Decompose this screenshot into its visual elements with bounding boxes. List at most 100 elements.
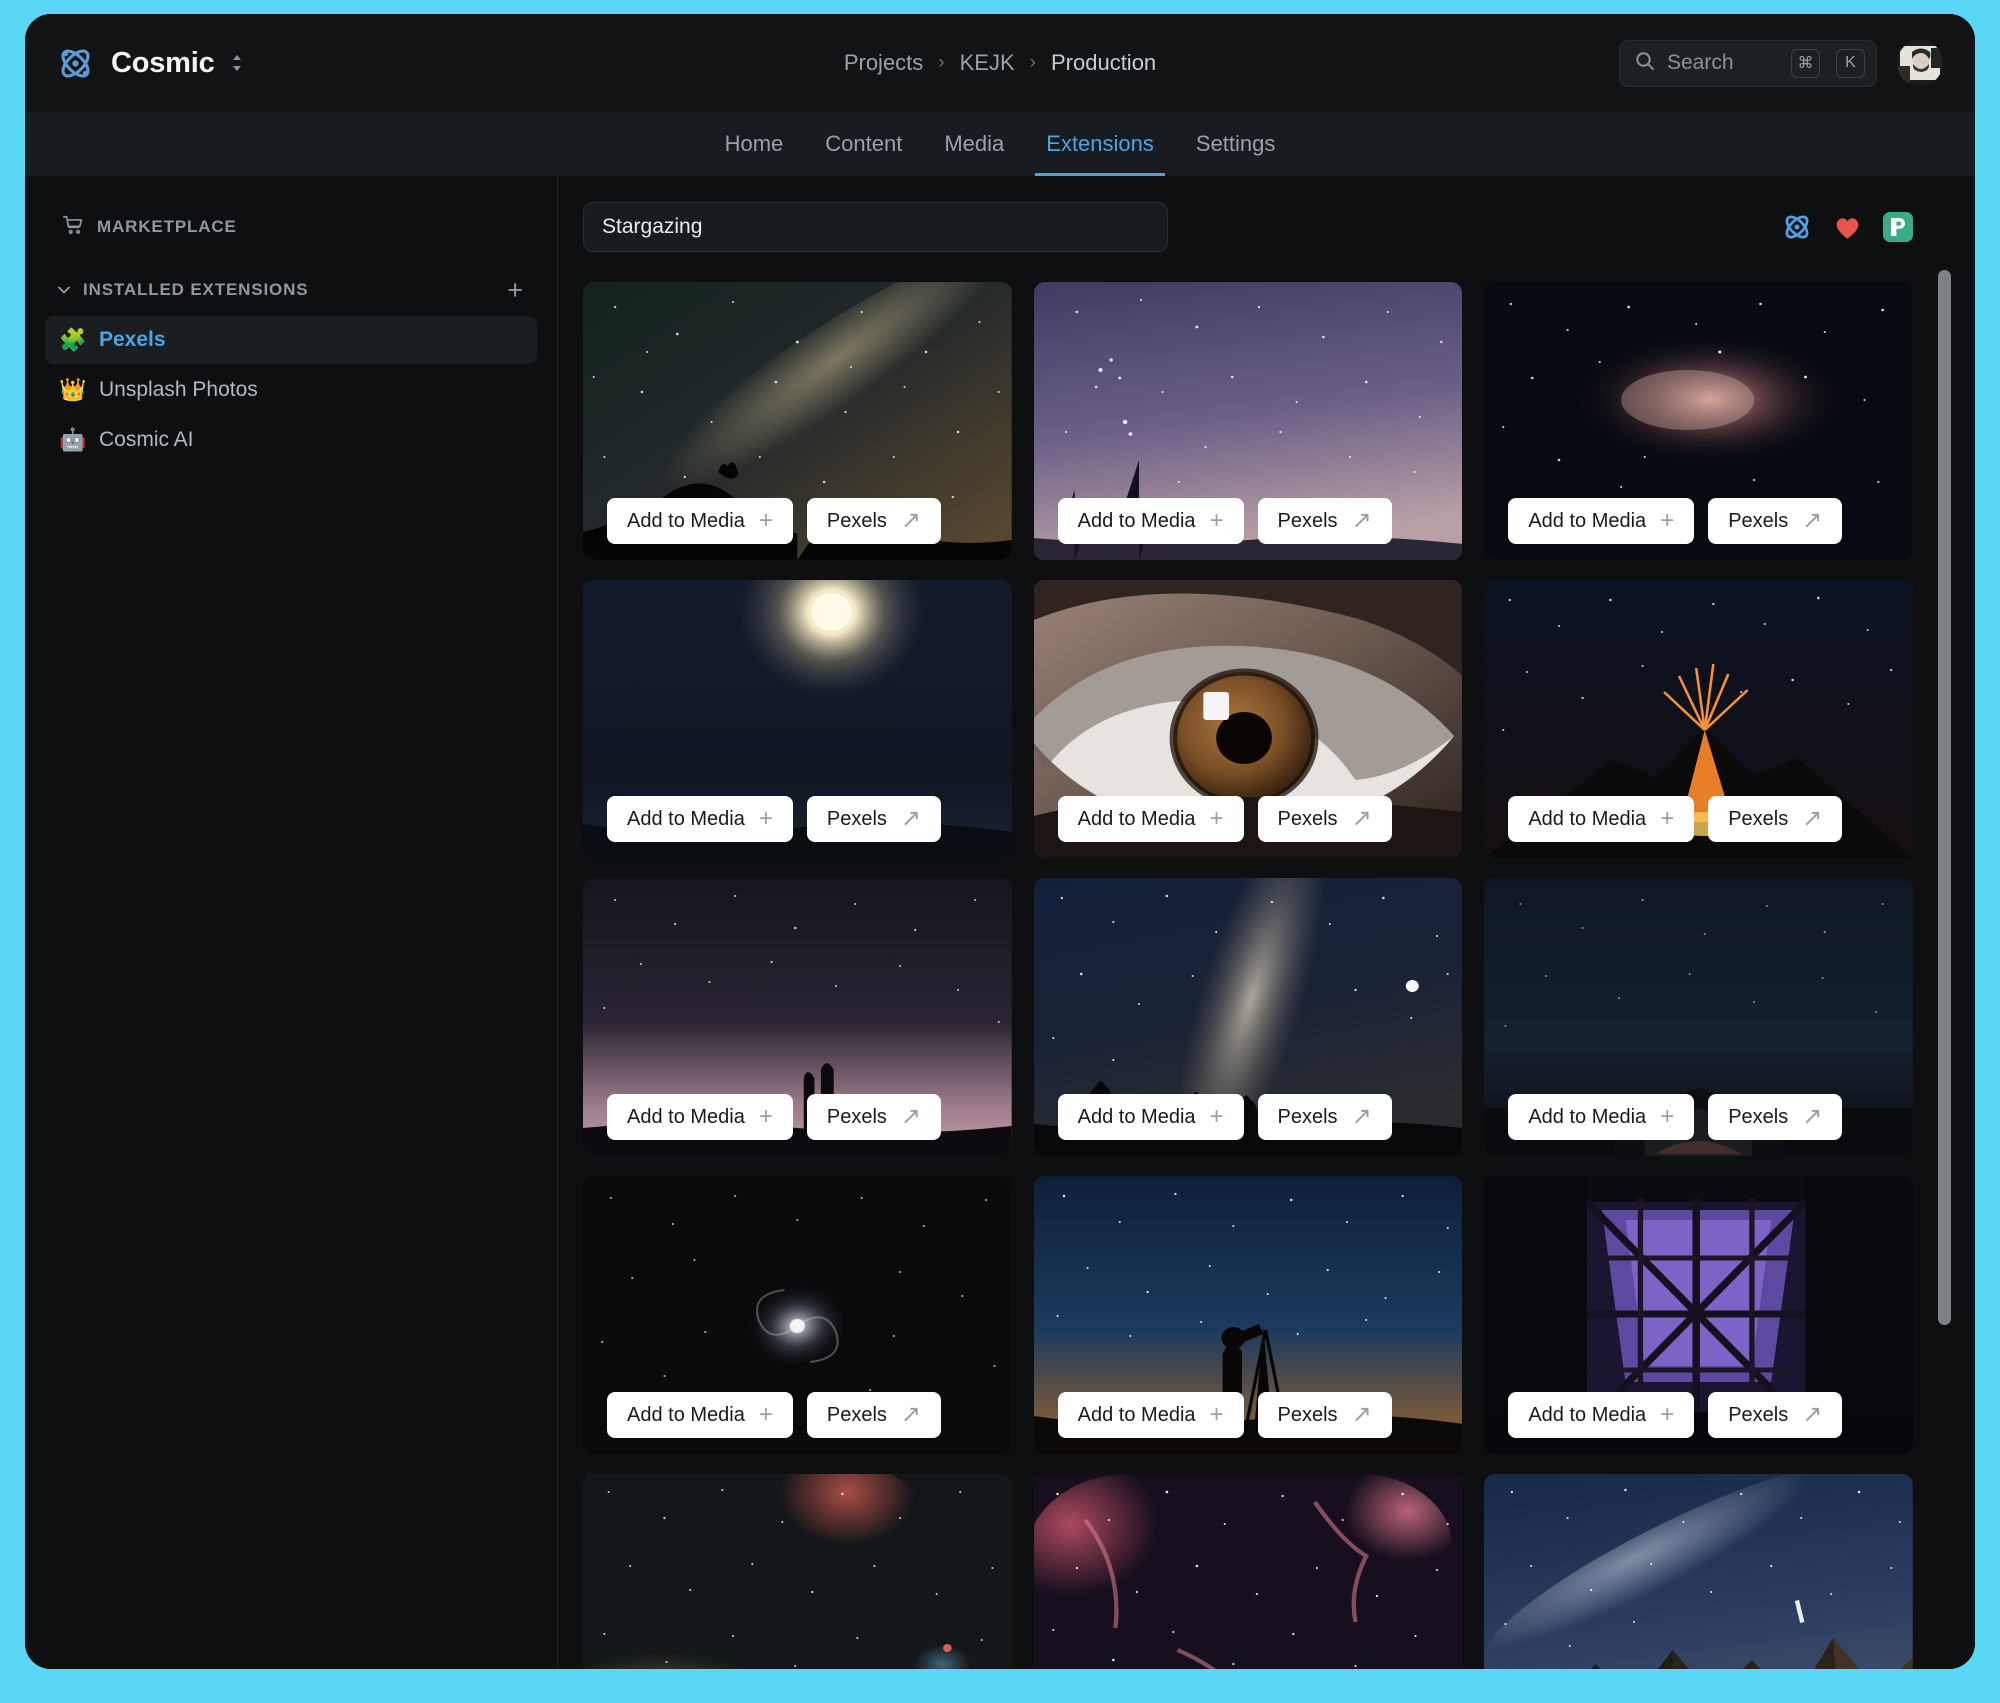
result-card[interactable]: Add to Media + Pexels ↗ <box>583 1176 1012 1454</box>
shopping-cart-icon <box>62 214 84 241</box>
external-link-arrow-icon: ↗ <box>901 1403 921 1427</box>
tab-label: Extensions <box>1046 131 1154 157</box>
sidebar-item-unsplash-photos[interactable]: 👑 Unsplash Photos <box>45 366 537 414</box>
add-to-media-button[interactable]: Add to Media + <box>1058 796 1244 842</box>
project-switcher-button[interactable] <box>230 52 244 74</box>
open-in-pexels-button[interactable]: Pexels ↗ <box>1708 1392 1842 1438</box>
plus-icon: + <box>1660 807 1674 831</box>
open-in-pexels-button[interactable]: Pexels ↗ <box>807 1392 941 1438</box>
plus-icon[interactable]: + <box>507 277 523 304</box>
add-to-media-label: Add to Media <box>1078 1404 1196 1427</box>
open-in-pexels-button[interactable]: Pexels ↗ <box>1708 796 1842 842</box>
photo-thumbnail <box>1034 1474 1463 1669</box>
sidebar-item-cosmic-ai[interactable]: 🤖 Cosmic AI <box>45 416 537 464</box>
tab-label: Media <box>944 131 1004 157</box>
add-to-media-button[interactable]: Add to Media + <box>1508 1094 1694 1140</box>
result-card[interactable]: Add to Media + Pexels ↗ <box>1034 1176 1463 1454</box>
add-to-media-button[interactable]: Add to Media + <box>1058 498 1244 544</box>
results-scroll-area[interactable]: Add to Media + Pexels ↗ <box>558 252 1975 1669</box>
card-actions: Add to Media + Pexels ↗ <box>1508 1094 1842 1140</box>
pexels-label: Pexels <box>827 510 887 533</box>
open-in-pexels-button[interactable]: Pexels ↗ <box>1258 1094 1392 1140</box>
sidebar: MARKETPLACE INSTALLED EXTENSIONS + 🧩 Pex… <box>25 176 558 1669</box>
tab-media[interactable]: Media <box>923 112 1025 176</box>
open-in-pexels-button[interactable]: Pexels ↗ <box>1708 498 1842 544</box>
brand[interactable]: Cosmic <box>57 45 215 82</box>
search-icon <box>1634 50 1656 77</box>
external-link-arrow-icon: ↗ <box>1802 509 1822 533</box>
pexels-label: Pexels <box>827 808 887 831</box>
avatar[interactable] <box>1897 40 1943 86</box>
open-in-pexels-button[interactable]: Pexels ↗ <box>807 498 941 544</box>
plus-icon: + <box>1660 509 1674 533</box>
search-placeholder: Search <box>1667 51 1780 75</box>
breadcrumb-projects[interactable]: Projects <box>844 50 923 76</box>
plus-icon: + <box>759 1105 773 1129</box>
tab-settings[interactable]: Settings <box>1175 112 1297 176</box>
chevron-up-down-icon <box>230 52 244 74</box>
result-card[interactable]: Add to Media + Pexels ↗ <box>1484 580 1913 858</box>
tab-label: Content <box>825 131 902 157</box>
external-link-arrow-icon: ↗ <box>1352 807 1372 831</box>
pexels-label: Pexels <box>1278 1404 1338 1427</box>
open-in-pexels-button[interactable]: Pexels ↗ <box>807 796 941 842</box>
result-card[interactable]: Add to Media + Pexels ↗ <box>583 1474 1012 1669</box>
global-search-button[interactable]: Search ⌘ K <box>1619 40 1877 87</box>
add-to-media-button[interactable]: Add to Media + <box>607 498 793 544</box>
result-card[interactable]: Add to Media + Pexels ↗ <box>1484 1474 1913 1669</box>
tab-home[interactable]: Home <box>704 112 805 176</box>
pexels-label: Pexels <box>827 1106 887 1129</box>
result-card[interactable]: Add to Media + Pexels ↗ <box>1034 1474 1463 1669</box>
external-link-arrow-icon: ↗ <box>901 807 921 831</box>
plus-icon: + <box>1210 807 1224 831</box>
result-card[interactable]: Add to Media + Pexels ↗ <box>1034 878 1463 1156</box>
result-card[interactable]: Add to Media + Pexels ↗ <box>1034 580 1463 858</box>
add-to-media-button[interactable]: Add to Media + <box>607 1094 793 1140</box>
add-to-media-button[interactable]: Add to Media + <box>1058 1392 1244 1438</box>
sidebar-section-installed-extensions[interactable]: INSTALLED EXTENSIONS + <box>45 268 537 312</box>
external-link-arrow-icon: ↗ <box>1352 1105 1372 1129</box>
result-card[interactable]: Add to Media + Pexels ↗ <box>1484 1176 1913 1454</box>
extension-panel: Add to Media + Pexels ↗ <box>558 176 1975 1669</box>
result-card[interactable]: Add to Media + Pexels ↗ <box>583 580 1012 858</box>
pexels-label: Pexels <box>1278 510 1338 533</box>
open-in-pexels-button[interactable]: Pexels ↗ <box>1708 1094 1842 1140</box>
card-actions: Add to Media + Pexels ↗ <box>607 498 941 544</box>
add-to-media-button[interactable]: Add to Media + <box>1058 1094 1244 1140</box>
plus-icon: + <box>1660 1403 1674 1427</box>
plus-icon: + <box>1660 1105 1674 1129</box>
open-in-pexels-button[interactable]: Pexels ↗ <box>1258 1392 1392 1438</box>
add-to-media-button[interactable]: Add to Media + <box>607 1392 793 1438</box>
result-card[interactable]: Add to Media + Pexels ↗ <box>1034 282 1463 560</box>
cosmic-atom-icon <box>57 45 94 82</box>
sidebar-item-marketplace[interactable]: MARKETPLACE <box>45 204 537 250</box>
pexels-label: Pexels <box>1728 808 1788 831</box>
main-nav: Home Content Media Extensions Settings <box>25 112 1975 176</box>
tab-content[interactable]: Content <box>804 112 923 176</box>
scrollbar-thumb[interactable] <box>1938 270 1951 1325</box>
result-card[interactable]: Add to Media + Pexels ↗ <box>583 282 1012 560</box>
add-to-media-label: Add to Media <box>1528 1404 1646 1427</box>
app-window: Cosmic Projects › KEJK › Production Se <box>25 14 1975 1669</box>
pexels-logo-icon[interactable] <box>1883 212 1913 242</box>
result-card[interactable]: Add to Media + Pexels ↗ <box>1484 878 1913 1156</box>
cosmic-atom-icon[interactable] <box>1782 212 1812 242</box>
add-to-media-button[interactable]: Add to Media + <box>1508 796 1694 842</box>
breadcrumb-production[interactable]: Production <box>1051 50 1156 76</box>
sidebar-marketplace-label: MARKETPLACE <box>97 217 237 237</box>
search-input[interactable] <box>583 202 1168 252</box>
external-link-arrow-icon: ↗ <box>1802 1403 1822 1427</box>
breadcrumb-kejk[interactable]: KEJK <box>960 50 1015 76</box>
result-card[interactable]: Add to Media + Pexels ↗ <box>583 878 1012 1156</box>
add-to-media-button[interactable]: Add to Media + <box>1508 1392 1694 1438</box>
add-to-media-button[interactable]: Add to Media + <box>1508 498 1694 544</box>
sidebar-item-pexels[interactable]: 🧩 Pexels <box>45 316 537 364</box>
open-in-pexels-button[interactable]: Pexels ↗ <box>1258 498 1392 544</box>
open-in-pexels-button[interactable]: Pexels ↗ <box>1258 796 1392 842</box>
heart-icon[interactable] <box>1834 215 1861 240</box>
add-to-media-button[interactable]: Add to Media + <box>607 796 793 842</box>
open-in-pexels-button[interactable]: Pexels ↗ <box>807 1094 941 1140</box>
vertical-scrollbar[interactable] <box>1936 252 1953 1669</box>
result-card[interactable]: Add to Media + Pexels ↗ <box>1484 282 1913 560</box>
tab-extensions[interactable]: Extensions <box>1025 112 1175 176</box>
